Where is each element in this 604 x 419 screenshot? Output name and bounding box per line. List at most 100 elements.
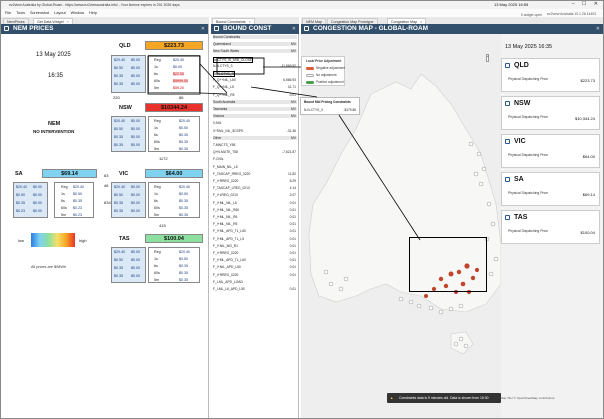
menu-file[interactable]: File <box>5 11 11 15</box>
close-icon[interactable]: ✕ <box>201 24 205 34</box>
constraint-row[interactable]: T-MNCTS_Y58 <box>213 143 235 147</box>
checkbox-icon[interactable] <box>505 63 510 68</box>
fcas-lower-qld: $0.00 <box>131 66 140 70</box>
constraint-row[interactable]: F_Q++NIL_L60 <box>213 78 236 82</box>
fcas-labels-sa: Reg $20.40 1s $0.50 6s $0.35 60s $0.23 5m $0.23 <box>54 182 94 218</box>
fcas-value: $0.50 <box>179 126 188 130</box>
region-price-sa[interactable]: $69.14 <box>42 169 97 178</box>
constraint-row[interactable]: Bound Constraints <box>213 35 297 39</box>
fcas-lower-nsw: $0.00 <box>131 143 140 147</box>
australia-map[interactable] <box>301 34 501 419</box>
menu-screenshot[interactable]: Screenshot <box>30 11 49 15</box>
constraint-row[interactable]: F_I+ML_NIL_R6 <box>213 215 237 219</box>
region-price-vic[interactable]: $64.00 <box>145 169 203 178</box>
constraint-row[interactable]: F-CNIL <box>213 157 224 161</box>
region-card-sa[interactable]: SA Physical Dispatching Price $69.14 <box>501 172 600 206</box>
constraint-row[interactable]: F_I+RREG_0220 <box>213 273 238 277</box>
close-icon[interactable]: ✕ <box>292 24 296 34</box>
constraint-row[interactable]: F_I+ML_NIL_L5 <box>213 201 237 205</box>
region-label-vic: VIC <box>119 171 129 177</box>
constraint-value: MV <box>291 99 296 104</box>
constraint-row[interactable]: V^SML_NIL_5CSPS <box>213 129 243 133</box>
fcas-label: 1s <box>61 192 65 196</box>
fcas-lower-qld: $0.00 <box>131 74 140 78</box>
constraint-value: 0.01 <box>289 200 296 205</box>
region-price-qld[interactable]: $223.73 <box>145 41 203 50</box>
fcas-label: 6s <box>61 199 65 203</box>
zoom-control[interactable]: + <box>486 54 489 62</box>
constraint-row[interactable]: Victoria <box>213 114 297 119</box>
menu-window[interactable]: Window <box>71 11 85 15</box>
fcas-value: $20.40 <box>179 185 190 189</box>
interconnector-flow: 415 <box>159 223 166 228</box>
constraint-row[interactable]: F_I+RREG_0220 <box>213 251 238 255</box>
constraint-row[interactable]: F_I+LREG_0210 <box>213 193 238 197</box>
constraint-row[interactable]: N-N-CTYS_R <box>213 71 235 77</box>
constraint-row[interactable]: N-CTYS_IS_MID_CLOSE <box>213 56 254 63</box>
region-card-nsw[interactable]: NSW Physical Dispatching Price $10,344.24 <box>501 96 600 130</box>
constraint-row[interactable]: F_I+NIL_APD_L50 <box>213 265 241 269</box>
fcas-lower-qld: $0.00 <box>131 58 140 62</box>
fcas-labels-tas: Reg $20.40 1s $0.50 6s $0.35 60s $0.35 5m $0.35 <box>148 247 200 283</box>
constraint-row[interactable]: Queensland <box>213 42 297 47</box>
constraint-row[interactable]: F_I+ML_NIL_R5 <box>213 222 237 226</box>
title-bar: ez2view Australia by Global-Roam - https… <box>1 1 603 9</box>
constraint-row[interactable]: Other <box>213 135 297 140</box>
fcas-value: $0.35 <box>73 199 82 203</box>
constraint-row[interactable]: F_I+RREG_0220 <box>213 179 238 183</box>
constraint-value: 8.29 <box>289 179 296 183</box>
constraint-row[interactable]: F_I+ML_APD_TL_L60 <box>213 229 246 233</box>
fcas-raise-vic: $0.35 <box>114 201 123 205</box>
constraint-row[interactable]: South Australia <box>213 99 297 104</box>
constraint-row[interactable]: F_I+ML_APD_TL_L5 <box>213 237 244 241</box>
fcas-label: 60s <box>154 206 160 210</box>
constraint-row[interactable]: New South Wales <box>213 49 297 54</box>
title-datetime: 13 May 2025 16:55 <box>494 2 529 7</box>
constraint-row[interactable]: F_MAIN_NIL_L5 <box>213 165 238 169</box>
constraint-row[interactable]: F_I-ML_L6_APD_L50 <box>213 287 245 291</box>
checkbox-icon[interactable] <box>505 139 510 144</box>
constraint-value: 0.01 <box>289 236 296 241</box>
constraint-popup[interactable]: Bound Mid Pricing Constraints N-N-CTYS_3… <box>300 97 360 115</box>
constraint-row[interactable]: F_TASCAP_RREG_0220 <box>213 172 250 176</box>
menu-tools[interactable]: Tools <box>16 11 25 15</box>
menu-layout[interactable]: Layout <box>54 11 65 15</box>
constraint-row[interactable]: F_Q++NIL_L5 <box>213 85 234 89</box>
region-card-tas[interactable]: TAS Physical Dispatching Price $100.04 <box>501 210 600 244</box>
constraint-row[interactable]: Q+N-MUTE_T58 <box>213 150 238 154</box>
region-price-nsw[interactable]: $10344.24 <box>145 103 203 112</box>
constraint-row[interactable]: F_TASCAP_LREG_0210 <box>213 186 250 190</box>
constraint-value: 2.07 <box>289 193 296 198</box>
fcas-label: 5m <box>154 86 159 90</box>
close-icon[interactable]: ✕ <box>596 24 600 34</box>
constraint-value: -11,569.52 <box>280 63 296 68</box>
fcas-lower-vic: $0.00 <box>131 209 140 213</box>
menu-help[interactable]: Help <box>89 11 97 15</box>
constraint-row[interactable]: F_I+NIL_MG_R1 <box>213 244 238 248</box>
nem-prices-header: NEM PRICES ✕ <box>1 24 208 34</box>
fcas-lower-sa: $0.00 <box>33 209 42 213</box>
constraint-row[interactable]: V-MIL <box>213 121 222 125</box>
fcas-label: 1s <box>154 65 158 69</box>
card-price-label: Physical Dispatching Price <box>508 115 548 119</box>
window-controls[interactable]: – ☐ ✕ <box>572 1 601 7</box>
constraint-row[interactable]: F_I+ML_APD_TL_L60 <box>213 258 246 262</box>
region-card-qld[interactable]: QLD Physical Dispatching Price $223.73 <box>501 58 600 92</box>
congestion-map-header: CONGESTION MAP - GLOBAL-ROAM ✕ <box>301 24 603 34</box>
constraint-row[interactable]: F_I-ML_APD_LOAD <box>213 280 243 284</box>
fcas-raise-vic: $0.35 <box>114 209 123 213</box>
popup-title: Bound Mid Pricing Constraints <box>304 100 351 104</box>
constraint-value: 0.01 <box>289 251 296 255</box>
checkbox-icon[interactable] <box>505 177 510 182</box>
constraint-value: 0.01 <box>289 243 296 248</box>
constraint-row[interactable]: F_Q++NIL_R5 <box>213 93 234 97</box>
card-region: VIC <box>514 138 526 145</box>
region-card-vic[interactable]: VIC Physical Dispatching Price $64.00 <box>501 134 600 168</box>
region-price-tas[interactable]: $100.04 <box>145 234 203 243</box>
checkbox-icon[interactable] <box>505 101 510 106</box>
legend-swatch <box>306 80 314 84</box>
constraint-row[interactable]: F_I+ML_NIL_R60 <box>213 208 239 212</box>
constraint-row[interactable]: Tasmania <box>213 107 297 111</box>
constraint-row[interactable]: N-N-CTYS_3 <box>213 64 232 68</box>
checkbox-icon[interactable] <box>505 215 510 220</box>
